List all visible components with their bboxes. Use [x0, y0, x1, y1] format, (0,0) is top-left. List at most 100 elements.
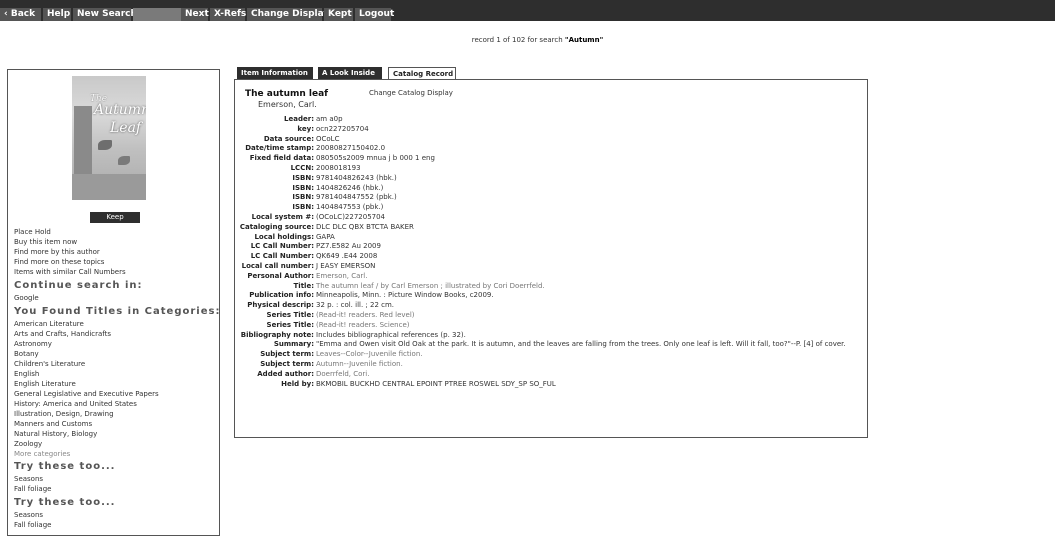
series-link[interactable]: (Read-it! readers. Red level)	[316, 311, 856, 321]
more-categories-link[interactable]: More categories	[14, 449, 214, 459]
category-link[interactable]: Botany	[14, 349, 214, 359]
suggestion-link[interactable]: Seasons	[14, 510, 214, 520]
field-value: GAPA	[316, 232, 335, 241]
subject-link[interactable]: Leaves--Color--Juvenile fiction.	[316, 350, 856, 360]
sidebar-links: Place Hold Buy this item now Find more b…	[14, 227, 214, 277]
category-link[interactable]: American Literature	[14, 319, 214, 329]
category-link[interactable]: Zoology	[14, 439, 214, 449]
field-row: ISBN: 1404847553 (pbk.)	[235, 203, 867, 213]
field-value: 32 p. : col. ill. ; 22 cm.	[316, 301, 395, 310]
field-value: OCoLC	[316, 134, 340, 143]
author-link[interactable]: Emerson, Carl.	[316, 272, 856, 282]
field-label: Local call number:	[241, 261, 314, 270]
try-these-list: Seasons Fall foliage	[14, 474, 214, 494]
field-value: 20080827150402.0	[316, 144, 386, 153]
field-row: Added author: Doerrfeld, Cori.	[235, 370, 867, 380]
field-label: Subject term:	[260, 359, 314, 368]
buy-item-link[interactable]: Buy this item now	[14, 237, 214, 247]
field-value: 9781404847552 (pbk.)	[316, 193, 397, 202]
field-row: Local call number: J EASY EMERSON	[235, 262, 867, 272]
field-row: Series Title: (Read-it! readers. Red leve…	[235, 311, 867, 321]
record-position: record 1 of 102 for search "Autumn"	[0, 36, 1055, 44]
field-label: Fixed field data:	[249, 154, 314, 163]
suggestion-link[interactable]: Fall foliage	[14, 520, 214, 530]
suggestion-link[interactable]: Fall foliage	[14, 484, 214, 494]
keep-button[interactable]: Keep	[90, 212, 140, 223]
field-row: LCCN: 2008018193	[235, 164, 867, 174]
back-button[interactable]: ‹ Back	[0, 8, 41, 21]
field-label: Publication info:	[249, 291, 314, 300]
field-label: Leader:	[284, 115, 314, 123]
field-value: QK649 .E44 2008	[316, 252, 378, 261]
field-row: ISBN: 9781404826243 (hbk.)	[235, 174, 867, 184]
category-link[interactable]: Children's Literature	[14, 359, 214, 369]
field-row: key: ocn227205704	[235, 125, 867, 135]
field-label: Local holdings:	[254, 232, 314, 241]
blank-toolbar-button[interactable]	[133, 8, 181, 21]
series-link[interactable]: (Read-it! readers. Science)	[316, 321, 856, 331]
record-position-text: record 1 of 102 for search	[471, 36, 563, 44]
category-link[interactable]: General Legislative and Executive Papers	[14, 389, 214, 399]
field-label: Added author:	[257, 369, 314, 378]
field-label: Title:	[293, 281, 314, 290]
category-link[interactable]: Illustration, Design, Drawing	[14, 409, 214, 419]
cover-title-line: Leaf	[110, 120, 142, 136]
field-row: ISBN: 9781404847552 (pbk.)	[235, 193, 867, 203]
category-link[interactable]: Astronomy	[14, 339, 214, 349]
categories-heading: You Found Titles in Categories:	[14, 306, 221, 317]
back-arrow-icon: ‹	[4, 9, 11, 19]
field-label: Subject term:	[260, 350, 314, 359]
record-fields: Leader: am a0p key: ocn227205704 Data sour…	[235, 115, 867, 389]
next-button[interactable]: Next	[181, 8, 209, 21]
category-link[interactable]: Arts and Crafts, Handicrafts	[14, 329, 214, 339]
leaf-icon	[98, 140, 112, 150]
subject-link[interactable]: Autumn--Juvenile fiction.	[316, 360, 856, 370]
more-by-author-link[interactable]: Find more by this author	[14, 247, 214, 257]
new-search-button[interactable]: New Search	[73, 8, 137, 21]
change-catalog-display-link[interactable]: Change Catalog Display	[369, 89, 453, 97]
field-value: The autumn leaf / by Carl Emerson ; illu…	[316, 281, 545, 290]
help-button[interactable]: Help	[43, 8, 71, 21]
xrefs-button[interactable]: X-Refs	[210, 8, 246, 21]
added-author-link[interactable]: Doerrfeld, Cori.	[316, 370, 856, 380]
place-hold-link[interactable]: Place Hold	[14, 227, 214, 237]
sidebar: The Autumn Leaf Keep Place Hold Buy this…	[7, 69, 220, 536]
field-label: Personal Author:	[247, 271, 314, 280]
catalog-record-panel: The autumn leaf Emerson, Carl. Change Ca…	[234, 79, 868, 438]
field-row: Summary: "Emma and Owen visit Old Oak at …	[235, 340, 867, 350]
field-label: Held by:	[281, 379, 314, 388]
field-row: Title: The autumn leaf / by Carl Emerson …	[235, 282, 867, 292]
field-value: 9781404826243 (hbk.)	[316, 173, 397, 182]
logout-button[interactable]: Logout	[355, 8, 394, 21]
leaf-icon	[118, 156, 130, 165]
change-display-button[interactable]: Change Display	[247, 8, 329, 21]
category-link[interactable]: Manners and Customs	[14, 419, 214, 429]
tab-look-inside[interactable]: A Look Inside	[318, 67, 382, 79]
cover-ground	[72, 174, 146, 200]
field-value: 2008018193	[316, 163, 361, 172]
category-link[interactable]: History: America and United States	[14, 399, 214, 409]
kept-button[interactable]: Kept	[324, 8, 353, 21]
more-on-topics-link[interactable]: Find more on these topics	[14, 257, 214, 267]
google-link[interactable]: Google	[14, 293, 214, 303]
field-value: 080505s2009 mnua j b 000 1 eng	[316, 154, 435, 163]
field-label: Local system #:	[251, 212, 314, 221]
record-title: The autumn leaf	[245, 89, 329, 99]
field-value: PZ7.E582 Au 2009	[316, 242, 381, 251]
field-row: Local system #: (OCoLC)227205704	[235, 213, 867, 223]
field-row: Leader: am a0p	[235, 115, 867, 125]
cover-title-line: Autumn	[94, 102, 146, 118]
category-link[interactable]: Natural History, Biology	[14, 429, 214, 439]
suggestion-link[interactable]: Seasons	[14, 474, 214, 484]
category-link[interactable]: English	[14, 369, 214, 379]
field-label: key:	[297, 124, 314, 133]
top-toolbar: ‹ Back Help New Search Next X-Refs Chang…	[0, 0, 1055, 21]
field-label: Date/time stamp:	[245, 144, 314, 153]
similar-call-numbers-link[interactable]: Items with similar Call Numbers	[14, 267, 214, 277]
field-label: Bibliography note:	[240, 330, 314, 339]
try-these-list: Seasons Fall foliage	[14, 510, 214, 530]
field-label: ISBN:	[292, 173, 314, 182]
field-row: Series Title: (Read-it! readers. Science)	[235, 321, 867, 331]
category-link[interactable]: English Literature	[14, 379, 214, 389]
tab-item-information[interactable]: Item Information	[237, 67, 313, 79]
